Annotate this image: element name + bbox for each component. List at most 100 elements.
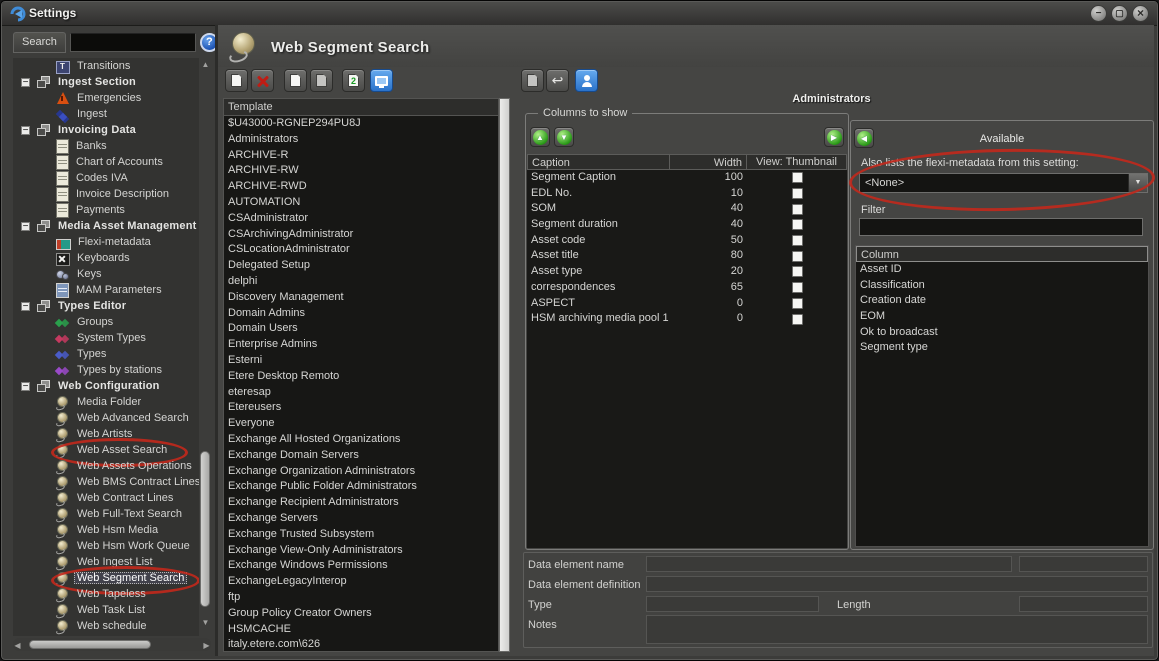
- template-item[interactable]: CSLocationAdministrator: [224, 242, 498, 258]
- search-label[interactable]: Search: [13, 32, 66, 53]
- search-input[interactable]: [70, 33, 196, 52]
- table-row[interactable]: EDL No.10: [527, 186, 847, 202]
- type-input[interactable]: [646, 596, 819, 612]
- template-item[interactable]: ARCHIVE-R: [224, 148, 498, 164]
- available-column-item[interactable]: Creation date: [856, 293, 1148, 309]
- tree-item-media-asset-management[interactable]: Media Asset Management: [13, 218, 199, 234]
- template-item[interactable]: ARCHIVE-RW: [224, 163, 498, 179]
- thumbnail-checkbox[interactable]: [792, 188, 803, 199]
- tree-item-types[interactable]: Types: [13, 346, 199, 362]
- column-header-caption[interactable]: Caption: [527, 154, 670, 170]
- tree-item-web-segment-search[interactable]: Web Segment Search: [13, 570, 199, 586]
- expander-collapse-icon[interactable]: [21, 382, 30, 391]
- tree-item-keys[interactable]: Keys: [13, 266, 199, 282]
- tree-item-web-asset-search[interactable]: Web Asset Search: [13, 442, 199, 458]
- preview-button[interactable]: [370, 69, 393, 92]
- template-item[interactable]: CSAdministrator: [224, 211, 498, 227]
- tree-item-codes-iva[interactable]: Codes IVA: [13, 170, 199, 186]
- table-row[interactable]: correspondences65: [527, 280, 847, 296]
- available-column-item[interactable]: Asset ID: [856, 262, 1148, 278]
- tree-item-media-folder[interactable]: Media Folder: [13, 394, 199, 410]
- tree-item-ingest[interactable]: Ingest: [13, 106, 199, 122]
- template-item[interactable]: $U43000-RGNEP294PU8J: [224, 116, 498, 132]
- thumbnail-checkbox[interactable]: [792, 314, 803, 325]
- tree-item-groups[interactable]: Groups: [13, 314, 199, 330]
- expander-collapse-icon[interactable]: [21, 302, 30, 311]
- table-row[interactable]: Segment Caption100: [527, 170, 847, 186]
- tree-item-emergencies[interactable]: Emergencies: [13, 90, 199, 106]
- minimize-button[interactable]: [1090, 5, 1107, 22]
- tree-item-transitions[interactable]: Transitions: [13, 58, 199, 74]
- tree-item-web-ingest-list[interactable]: Web Ingest List: [13, 554, 199, 570]
- expander-collapse-icon[interactable]: [21, 222, 30, 231]
- template-item[interactable]: Exchange Servers: [224, 511, 498, 527]
- template-item[interactable]: HSMCACHE: [224, 622, 498, 638]
- length-input[interactable]: [1019, 596, 1148, 612]
- template-item[interactable]: delphi: [224, 274, 498, 290]
- flexi-setting-dropdown[interactable]: <None>: [859, 173, 1148, 193]
- template-item[interactable]: CSArchivingAdministrator: [224, 227, 498, 243]
- template-item[interactable]: italy.etere.com\626: [224, 637, 498, 653]
- template-item[interactable]: Exchange Public Folder Administrators: [224, 479, 498, 495]
- notes-input[interactable]: [646, 615, 1148, 644]
- column-header-width[interactable]: Width: [670, 154, 747, 170]
- tree-item-keyboards[interactable]: Keyboards: [13, 250, 199, 266]
- data-element-name-extra-input[interactable]: [1019, 556, 1148, 572]
- template-item[interactable]: Exchange Organization Administrators: [224, 464, 498, 480]
- template-list-scrollbar[interactable]: [499, 98, 510, 652]
- thumbnail-checkbox[interactable]: [792, 172, 803, 183]
- data-element-name-input[interactable]: [646, 556, 1012, 572]
- template-item[interactable]: eteresap: [224, 385, 498, 401]
- chevron-down-icon[interactable]: [1128, 174, 1147, 192]
- template-item[interactable]: Discovery Management: [224, 290, 498, 306]
- table-row[interactable]: Asset code50: [527, 233, 847, 249]
- column-list-header[interactable]: Column: [856, 246, 1148, 262]
- tree-item-web-advanced-search[interactable]: Web Advanced Search: [13, 410, 199, 426]
- tree-item-banks[interactable]: Banks: [13, 138, 199, 154]
- template-item[interactable]: ftp: [224, 590, 498, 606]
- tree-item-types-by-stations[interactable]: Types by stations: [13, 362, 199, 378]
- tree-item-web-assets-operations[interactable]: Web Assets Operations: [13, 458, 199, 474]
- thumbnail-checkbox[interactable]: [792, 204, 803, 215]
- template-item[interactable]: Etereusers: [224, 400, 498, 416]
- expander-collapse-icon[interactable]: [21, 126, 30, 135]
- template-item[interactable]: Exchange Windows Permissions: [224, 558, 498, 574]
- tree-item-mam-parameters[interactable]: MAM Parameters: [13, 282, 199, 298]
- blank-template-button[interactable]: [521, 69, 544, 92]
- maximize-button[interactable]: [1111, 5, 1128, 22]
- scroll-left-icon[interactable]: ◀: [12, 641, 23, 650]
- template-item[interactable]: Group Policy Creator Owners: [224, 606, 498, 622]
- template-item[interactable]: Everyone: [224, 416, 498, 432]
- tree-item-web-bms-contract-lines[interactable]: Web BMS Contract Lines: [13, 474, 199, 490]
- template-item[interactable]: Exchange Domain Servers: [224, 448, 498, 464]
- thumbnail-checkbox[interactable]: [792, 219, 803, 230]
- available-column-item[interactable]: EOM: [856, 309, 1148, 325]
- paste-button[interactable]: [310, 69, 333, 92]
- template-item[interactable]: ExchangeLegacyInterop: [224, 574, 498, 590]
- copy-button[interactable]: [284, 69, 307, 92]
- table-row[interactable]: Segment duration40: [527, 217, 847, 233]
- new-button[interactable]: [225, 69, 248, 92]
- table-row[interactable]: HSM archiving media pool 10: [527, 311, 847, 327]
- tree-item-web-tapeless[interactable]: Web Tapeless: [13, 586, 199, 602]
- template-item[interactable]: Exchange Recipient Administrators: [224, 495, 498, 511]
- tree-item-payments[interactable]: Payments: [13, 202, 199, 218]
- template-item[interactable]: Esterni: [224, 353, 498, 369]
- thumbnail-checkbox[interactable]: [792, 251, 803, 262]
- scroll-right-icon[interactable]: ▶: [201, 641, 212, 650]
- tree-item-web-full-text-search[interactable]: Web Full-Text Search: [13, 506, 199, 522]
- template-item[interactable]: Exchange Trusted Subsystem: [224, 527, 498, 543]
- tree-item-flexi-metadata[interactable]: Flexi-metadata: [13, 234, 199, 250]
- tree-item-web-hsm-work-queue[interactable]: Web Hsm Work Queue: [13, 538, 199, 554]
- tree-item-web-contract-lines[interactable]: Web Contract Lines: [13, 490, 199, 506]
- expander-collapse-icon[interactable]: [21, 78, 30, 87]
- column-header-view-thumbnail[interactable]: View: Thumbnail: [747, 154, 847, 170]
- template-item[interactable]: Domain Admins: [224, 306, 498, 322]
- template-item[interactable]: Etere Desktop Remoto: [224, 369, 498, 385]
- refresh-button[interactable]: 2: [342, 69, 365, 92]
- tree-item-system-types[interactable]: System Types: [13, 330, 199, 346]
- template-item[interactable]: Exchange View-Only Administrators: [224, 543, 498, 559]
- move-down-button[interactable]: [554, 127, 574, 147]
- tree-item-ingest-section[interactable]: Ingest Section: [13, 74, 199, 90]
- template-item[interactable]: ARCHIVE-RWD: [224, 179, 498, 195]
